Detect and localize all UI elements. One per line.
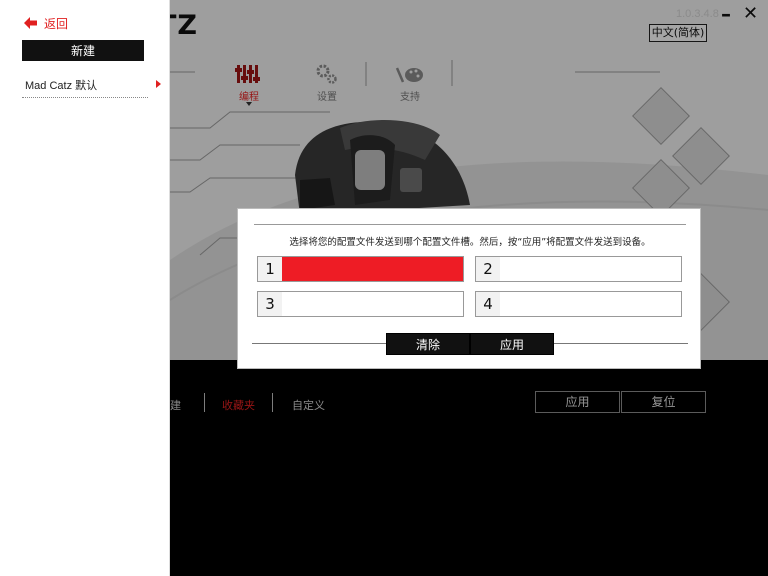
back-label: 返回 <box>44 16 69 31</box>
back-button[interactable]: 返回 <box>22 14 68 32</box>
profile-sidebar: 返回 新建 Mad Catz 默认 <box>0 0 170 576</box>
slot-number: 2 <box>476 257 500 281</box>
dotted-divider <box>22 97 148 98</box>
profile-slot-dialog: 选择将您的配置文件发送到哪个配置文件槽。然后，按“应用”将配置文件发送到设备。 … <box>237 208 701 369</box>
dialog-bottom-rule <box>554 343 688 344</box>
dialog-bottom-rule <box>252 343 386 344</box>
back-arrow-icon <box>24 17 37 29</box>
clear-button[interactable]: 清除 <box>386 333 470 355</box>
profile-slot-2[interactable]: 2 <box>475 256 682 282</box>
slot-fill <box>500 257 681 281</box>
profile-slot-3[interactable]: 3 <box>257 291 464 317</box>
slot-fill <box>282 292 463 316</box>
dialog-top-rule <box>254 224 686 225</box>
slot-number: 3 <box>258 292 282 316</box>
profile-label: Mad Catz 默认 <box>25 80 98 92</box>
slot-number: 1 <box>258 257 282 281</box>
profile-slot-1[interactable]: 1 <box>257 256 464 282</box>
dialog-message: 选择将您的配置文件发送到哪个配置文件槽。然后，按“应用”将配置文件发送到设备。 <box>289 237 651 248</box>
profile-slot-4[interactable]: 4 <box>475 291 682 317</box>
apply-button[interactable]: 应用 <box>470 333 554 355</box>
new-profile-button[interactable]: 新建 <box>22 40 144 61</box>
slot-fill <box>500 292 681 316</box>
slot-fill <box>282 257 463 281</box>
chevron-right-icon <box>156 80 161 88</box>
sidebar-item-madcatz-default[interactable]: Mad Catz 默认 <box>22 77 162 101</box>
slot-number: 4 <box>476 292 500 316</box>
